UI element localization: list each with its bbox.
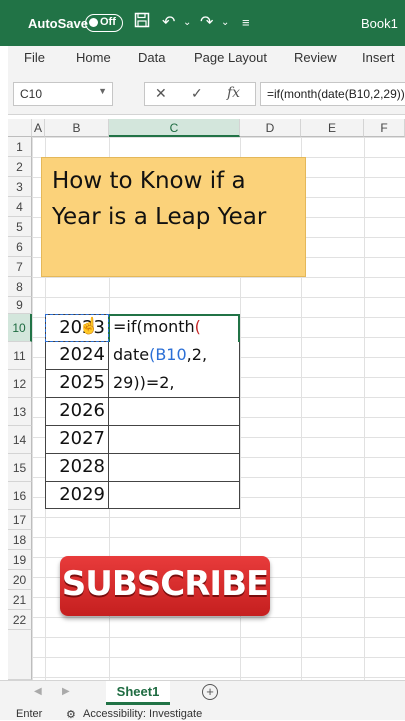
row-header[interactable]: 6 — [8, 237, 32, 257]
row-header[interactable]: 8 — [8, 277, 32, 297]
autosave-toggle[interactable]: Off — [85, 14, 123, 32]
row-header[interactable]: 13 — [8, 398, 32, 426]
workbook-name: Book1 — [361, 16, 398, 31]
cancel-icon[interactable]: ✕ — [155, 85, 167, 102]
formula-line-2: date(B10,2, — [113, 345, 207, 364]
name-box-value: C10 — [20, 87, 43, 101]
formula-l2-ref: B10 — [155, 345, 187, 364]
redo-icon[interactable]: ↷ — [200, 12, 213, 32]
row-header[interactable]: 22 — [8, 610, 32, 630]
row-header[interactable]: 19 — [8, 550, 32, 570]
toggle-state: Off — [100, 16, 116, 28]
ribbon-tabs: File Home Data Page Layout Review Insert — [8, 46, 405, 76]
row-header[interactable]: 20 — [8, 570, 32, 590]
column-header-c[interactable]: C — [109, 119, 240, 137]
column-header-f[interactable]: F — [364, 119, 405, 137]
formula-line-3: 29))=2, — [113, 373, 175, 392]
toggle-knob — [89, 18, 98, 27]
chevron-down-icon[interactable]: ▼ — [98, 86, 107, 96]
cursor-icon: ☝ — [79, 318, 99, 335]
cell-b13[interactable]: 2026 — [45, 397, 109, 426]
tab-home[interactable]: Home — [76, 50, 111, 65]
customize-qat-icon[interactable]: ≡ — [242, 15, 250, 30]
status-mode: Enter — [16, 708, 43, 720]
cell-c14[interactable] — [108, 425, 240, 454]
formula-l3: 29))=2, — [113, 373, 175, 392]
formula-l2-func: date — [113, 345, 150, 364]
select-all-corner[interactable] — [8, 119, 32, 137]
grid-line — [364, 137, 365, 680]
column-header-b[interactable]: B — [45, 119, 109, 137]
row-header[interactable]: 21 — [8, 590, 32, 610]
column-header-a[interactable]: A — [32, 119, 45, 137]
undo-dropdown-icon[interactable]: ⌄ — [183, 17, 191, 28]
row-header[interactable]: 15 — [8, 454, 32, 482]
cell-b15[interactable]: 2028 — [45, 453, 109, 482]
tab-data[interactable]: Data — [138, 50, 165, 65]
row-header[interactable]: 10 — [8, 314, 32, 342]
accessibility-icon[interactable]: ⚙ — [66, 708, 76, 721]
row-header[interactable]: 5 — [8, 217, 32, 237]
cell-b10[interactable]: 2023 — [45, 314, 109, 342]
tab-review[interactable]: Review — [294, 50, 337, 65]
cell-c16[interactable] — [108, 481, 240, 509]
sheet-bar: ◀ ▶ Sheet1 + — [0, 680, 405, 707]
status-bar: Enter ⚙ Accessibility: Investigate — [0, 706, 405, 721]
row-header[interactable]: 9 — [8, 297, 32, 314]
row-header[interactable]: 4 — [8, 197, 32, 217]
row-header[interactable]: 2 — [8, 157, 32, 177]
title-bar: AutoSave Off ↶ ⌄ ↷ ⌄ ≡ Book1 — [0, 0, 405, 46]
formula-bar: C10 ▼ ✕ ✓ fx =if(month(date(B10,2,29))=2… — [8, 76, 405, 115]
row-header[interactable]: 12 — [8, 370, 32, 398]
title-line-2: Year is a Leap Year — [52, 204, 267, 230]
subscribe-banner[interactable]: SUBSCRIBE — [60, 556, 270, 616]
row-header-filler — [8, 630, 32, 680]
formula-l1-func: =if(month — [113, 317, 195, 336]
autosave-label: AutoSave — [28, 16, 88, 31]
tab-page-layout[interactable]: Page Layout — [194, 50, 267, 65]
scroll-left-icon[interactable]: ◀ — [34, 686, 42, 697]
cell-b12[interactable]: 2025 — [45, 369, 109, 398]
year-table: 2023 2024 2025 2026 2027 2028 2029 =if(m… — [45, 314, 240, 509]
insert-function-icon[interactable]: fx — [227, 85, 240, 101]
cell-b11[interactable]: 2024 — [45, 341, 109, 370]
sheet-tab-sheet1[interactable]: Sheet1 — [106, 681, 170, 705]
cell-c13[interactable] — [108, 397, 240, 426]
formula-l1-paren: ( — [194, 317, 201, 336]
formula-input[interactable]: =if(month(date(B10,2,29))=2, — [260, 82, 405, 106]
title-shape[interactable]: How to Know if a Year is a Leap Year — [41, 157, 306, 277]
cell-c15[interactable] — [108, 453, 240, 482]
row-header[interactable]: 16 — [8, 482, 32, 510]
formula-l2-args: ,2, — [186, 345, 208, 364]
tab-file[interactable]: File — [24, 50, 45, 65]
name-box[interactable]: C10 ▼ — [13, 82, 113, 106]
cell-b14[interactable]: 2027 — [45, 425, 109, 454]
formula-actions: ✕ ✓ fx — [144, 82, 256, 106]
row-header[interactable]: 11 — [8, 342, 32, 370]
add-sheet-icon[interactable]: + — [202, 684, 218, 700]
row-header[interactable]: 7 — [8, 257, 32, 277]
formula-line-1: =if(month( — [113, 317, 201, 336]
subscribe-label: SUBSCRIBE — [61, 564, 269, 604]
row-header[interactable]: 3 — [8, 177, 32, 197]
column-header-d[interactable]: D — [240, 119, 301, 137]
cell-b16[interactable]: 2029 — [45, 481, 109, 509]
row-header[interactable]: 14 — [8, 426, 32, 454]
undo-icon[interactable]: ↶ — [162, 12, 175, 32]
row-header[interactable]: 1 — [8, 137, 32, 157]
row-header[interactable]: 17 — [8, 510, 32, 530]
enter-icon[interactable]: ✓ — [191, 85, 203, 102]
column-header-e[interactable]: E — [301, 119, 364, 137]
tab-insert[interactable]: Insert — [362, 50, 395, 65]
row-header[interactable]: 18 — [8, 530, 32, 550]
redo-dropdown-icon[interactable]: ⌄ — [221, 17, 229, 28]
scroll-right-icon[interactable]: ▶ — [62, 686, 70, 697]
accessibility-status[interactable]: Accessibility: Investigate — [83, 708, 202, 720]
title-line-1: How to Know if a — [52, 168, 246, 194]
save-icon[interactable] — [134, 12, 150, 33]
